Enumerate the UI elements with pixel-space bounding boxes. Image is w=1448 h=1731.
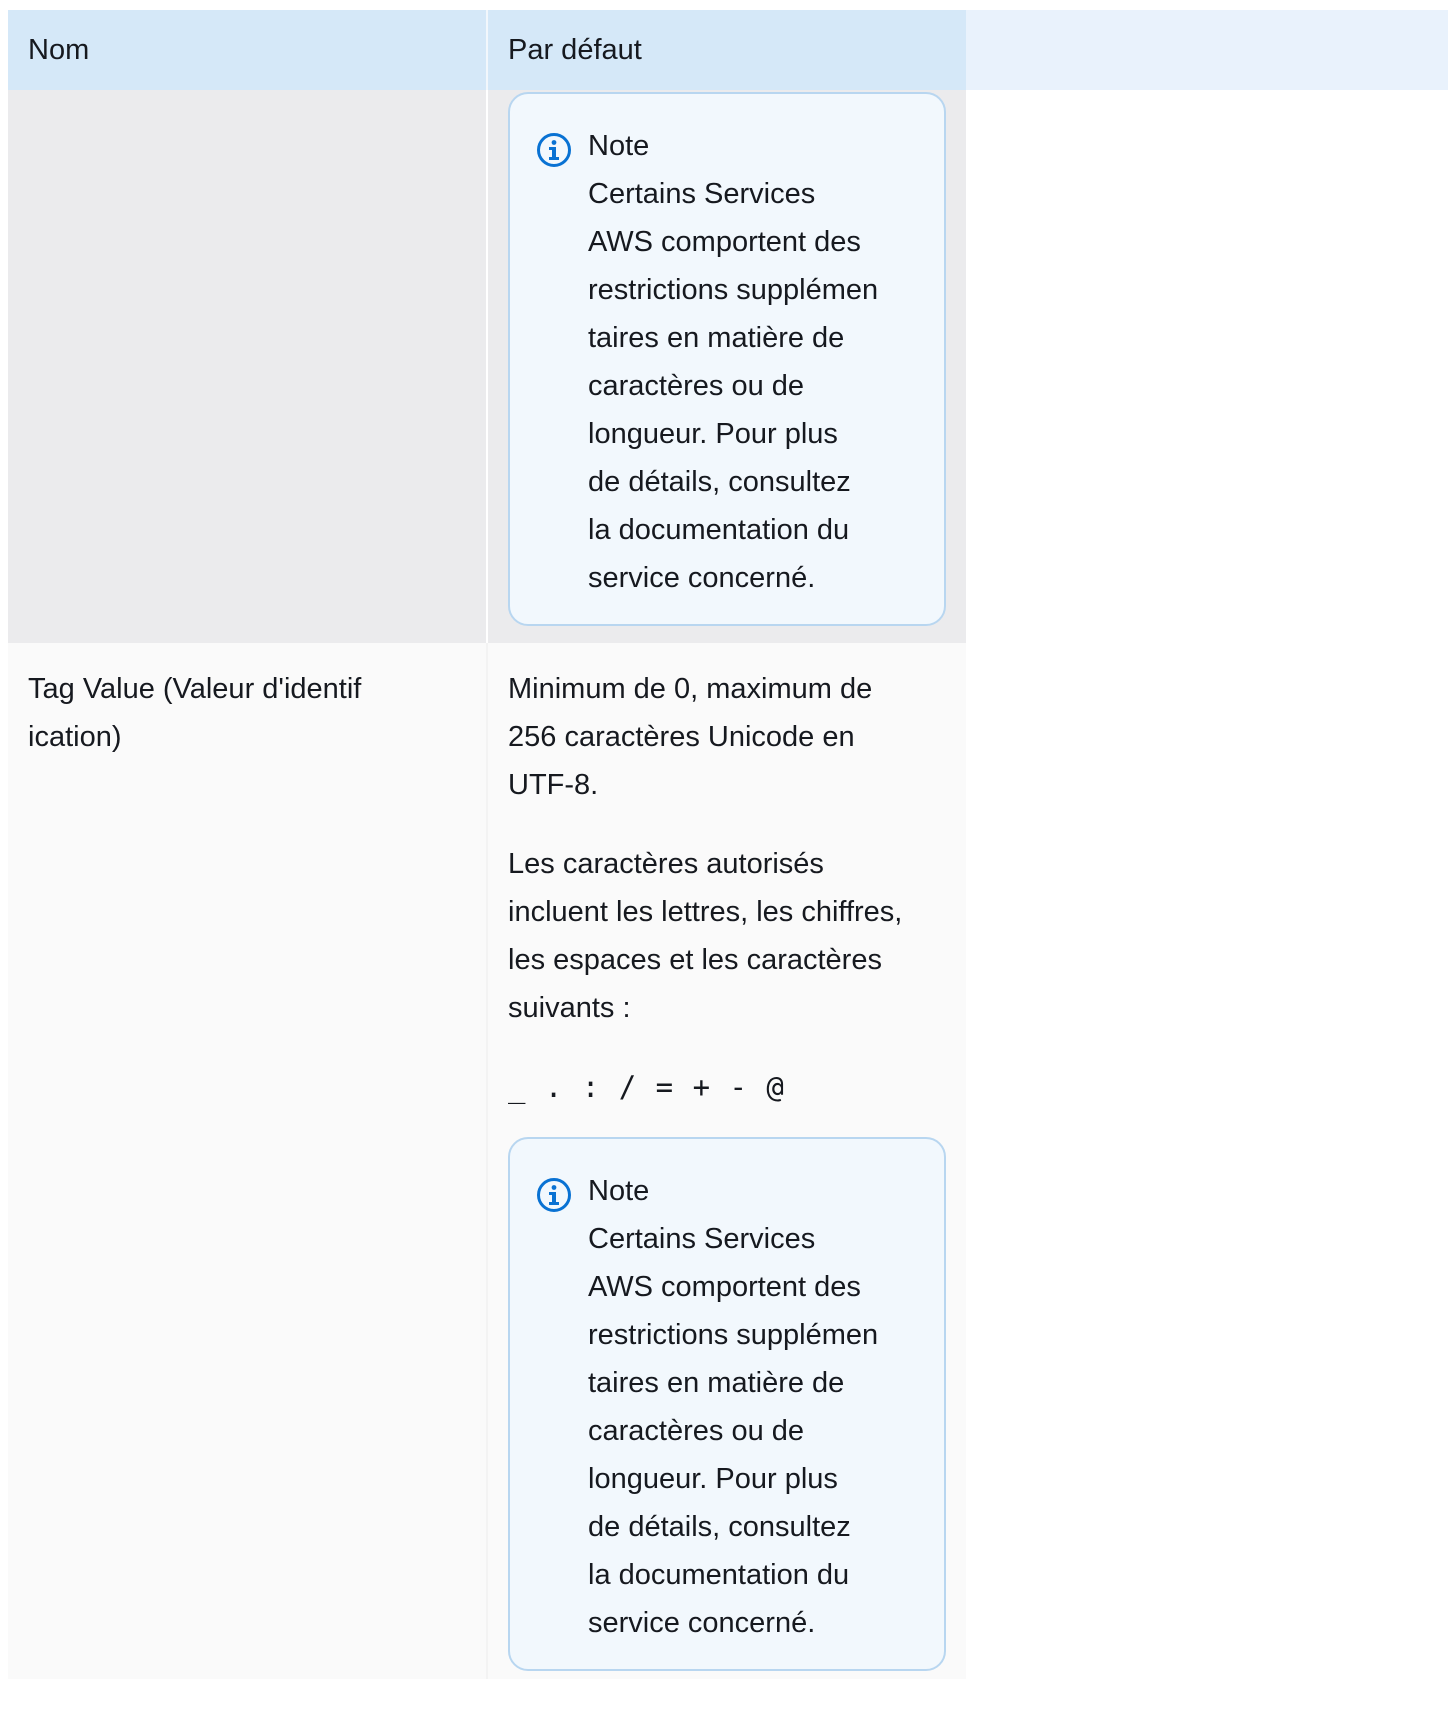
text-line: suivants : xyxy=(508,992,631,1024)
note-line: caractères ou de xyxy=(588,370,805,402)
note-body: Note Certains Services AWS comportent de… xyxy=(588,122,914,602)
text-line: les espaces et les caractères xyxy=(508,944,882,976)
text-line: Les caractères autorisés xyxy=(508,848,824,880)
length-constraint: Minimum de 0, maximum de 256 caractères … xyxy=(508,665,946,809)
text-line: 256 caractères Unicode en xyxy=(508,721,855,753)
note-title: Note xyxy=(588,130,650,162)
parameter-name-line: Tag Value (Valeur d'identif xyxy=(28,673,362,705)
text-line: Minimum de 0, maximum de xyxy=(508,673,873,705)
name-cell: Tag Value (Valeur d'identif ication) xyxy=(8,643,488,1679)
note-line: service concerné. xyxy=(588,562,816,594)
note-line: la documentation du xyxy=(588,514,850,546)
note-line: longueur. Pour plus xyxy=(588,1463,838,1495)
note-text: Certains Services AWS comportent des res… xyxy=(588,170,914,602)
note-line: la documentation du xyxy=(588,1559,850,1591)
note-line: service concerné. xyxy=(588,1607,816,1639)
note-line: restrictions supplémen xyxy=(588,274,879,306)
note-line: caractères ou de xyxy=(588,1415,805,1447)
note-line: de détails, consultez xyxy=(588,466,851,498)
note-line: AWS comportent des xyxy=(588,1271,861,1303)
page: Nom Par défaut Note Certains Services AW… xyxy=(0,0,1448,1731)
note-line: Certains Services xyxy=(588,178,816,210)
column-header-default: Par défaut xyxy=(487,10,966,90)
note-box: Note Certains Services AWS comportent de… xyxy=(508,92,946,626)
text-line: incluent les lettres, les chiffres, xyxy=(508,896,903,928)
note-line: taires en matière de xyxy=(588,322,845,354)
table-header-row: Nom Par défaut xyxy=(8,10,966,90)
note-box: Note Certains Services AWS comportent de… xyxy=(508,1137,946,1671)
note-line: taires en matière de xyxy=(588,1367,845,1399)
info-circle-icon xyxy=(536,132,572,168)
note-line: restrictions supplémen xyxy=(588,1319,879,1351)
table-row: Tag Value (Valeur d'identif ication) Min… xyxy=(8,643,966,1679)
table-row: Note Certains Services AWS comportent de… xyxy=(8,90,966,643)
note-body: Note Certains Services AWS comportent de… xyxy=(588,1167,914,1647)
allowed-characters-code: _ . : / = + - @ xyxy=(508,1070,785,1104)
header-strip xyxy=(966,10,1448,90)
note-line: longueur. Pour plus xyxy=(588,418,838,450)
allowed-characters-description: Les caractères autorisés incluent les le… xyxy=(508,840,946,1032)
note-title: Note xyxy=(588,1175,650,1207)
default-cell: Note Certains Services AWS comportent de… xyxy=(487,90,966,643)
note-line: de détails, consultez xyxy=(588,1511,851,1543)
note-line: Certains Services xyxy=(588,1223,816,1255)
default-cell: Minimum de 0, maximum de 256 caractères … xyxy=(487,643,966,1679)
parameter-name-line: ication) xyxy=(28,721,122,753)
name-cell xyxy=(8,90,488,643)
note-text: Certains Services AWS comportent des res… xyxy=(588,1215,914,1647)
note-line: AWS comportent des xyxy=(588,226,861,258)
parameters-table: Nom Par défaut Note Certains Services AW… xyxy=(8,10,966,1679)
column-header-name: Nom xyxy=(8,10,488,90)
info-circle-icon xyxy=(536,1177,572,1213)
text-line: UTF-8. xyxy=(508,769,599,801)
